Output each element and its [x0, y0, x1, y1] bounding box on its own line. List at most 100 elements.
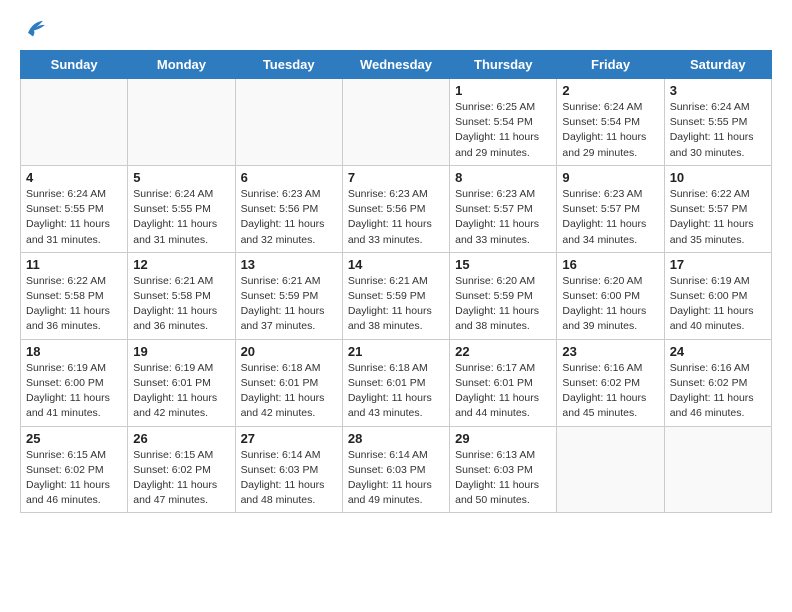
- day-info: Sunrise: 6:17 AMSunset: 6:01 PMDaylight:…: [455, 361, 551, 422]
- day-number: 7: [348, 170, 444, 185]
- day-number: 4: [26, 170, 122, 185]
- day-number: 10: [670, 170, 766, 185]
- calendar-cell: 4Sunrise: 6:24 AMSunset: 5:55 PMDaylight…: [21, 165, 128, 252]
- day-info: Sunrise: 6:21 AMSunset: 5:58 PMDaylight:…: [133, 274, 229, 335]
- calendar-cell: 25 Sunrise: 6:15 AMSunset: 6:02 PMDayligh…: [21, 426, 128, 513]
- day-number: 21: [348, 344, 444, 359]
- calendar-cell: 11 Sunrise: 6:22 AMSunset: 5:58 PMDayligh…: [21, 252, 128, 339]
- day-number: 6: [241, 170, 337, 185]
- day-number: 8: [455, 170, 551, 185]
- calendar-week-row: 11 Sunrise: 6:22 AMSunset: 5:58 PMDayligh…: [21, 252, 772, 339]
- day-info: Sunrise: 6:20 AMSunset: 6:00 PMDaylight:…: [562, 274, 658, 335]
- day-number: 27: [241, 431, 337, 446]
- calendar-cell: 13 Sunrise: 6:21 AMSunset: 5:59 PMDayligh…: [235, 252, 342, 339]
- calendar-cell: 6Sunrise: 6:23 AMSunset: 5:56 PMDaylight…: [235, 165, 342, 252]
- day-number: 17: [670, 257, 766, 272]
- day-info: Sunrise: 6:16 AMSunset: 6:02 PMDaylight:…: [670, 361, 766, 422]
- day-header-sunday: Sunday: [21, 51, 128, 79]
- calendar-cell: 10 Sunrise: 6:22 AMSunset: 5:57 PMDayligh…: [664, 165, 771, 252]
- day-number: 13: [241, 257, 337, 272]
- calendar-cell: 16 Sunrise: 6:20 AMSunset: 6:00 PMDayligh…: [557, 252, 664, 339]
- day-number: 28: [348, 431, 444, 446]
- day-info: Sunrise: 6:15 AMSunset: 6:02 PMDaylight:…: [26, 448, 122, 509]
- day-number: 12: [133, 257, 229, 272]
- day-number: 5: [133, 170, 229, 185]
- calendar-cell: 9 Sunrise: 6:23 AMSunset: 5:57 PMDaylight…: [557, 165, 664, 252]
- day-number: 9: [562, 170, 658, 185]
- day-number: 11: [26, 257, 122, 272]
- calendar-cell: 1 Sunrise: 6:25 AMSunset: 5:54 PMDaylight…: [450, 79, 557, 166]
- day-info: Sunrise: 6:18 AMSunset: 6:01 PMDaylight:…: [241, 361, 337, 422]
- day-info: Sunrise: 6:15 AMSunset: 6:02 PMDaylight:…: [133, 448, 229, 509]
- calendar-cell: 21 Sunrise: 6:18 AMSunset: 6:01 PMDayligh…: [342, 339, 449, 426]
- day-info: Sunrise: 6:23 AMSunset: 5:57 PMDaylight:…: [562, 187, 658, 248]
- day-number: 16: [562, 257, 658, 272]
- day-info: Sunrise: 6:24 AMSunset: 5:54 PMDaylight:…: [562, 100, 658, 161]
- calendar-cell: [128, 79, 235, 166]
- calendar-cell: [21, 79, 128, 166]
- day-info: Sunrise: 6:24 AMSunset: 5:55 PMDaylight:…: [670, 100, 766, 161]
- day-number: 3: [670, 83, 766, 98]
- day-info: Sunrise: 6:13 AMSunset: 6:03 PMDaylight:…: [455, 448, 551, 509]
- day-info: Sunrise: 6:22 AMSunset: 5:57 PMDaylight:…: [670, 187, 766, 248]
- day-number: 2: [562, 83, 658, 98]
- day-number: 14: [348, 257, 444, 272]
- day-info: Sunrise: 6:23 AMSunset: 5:56 PMDaylight:…: [348, 187, 444, 248]
- logo: [20, 16, 46, 40]
- calendar-week-row: 1 Sunrise: 6:25 AMSunset: 5:54 PMDaylight…: [21, 79, 772, 166]
- day-info: Sunrise: 6:25 AMSunset: 5:54 PMDaylight:…: [455, 100, 551, 161]
- day-number: 19: [133, 344, 229, 359]
- calendar-cell: 12 Sunrise: 6:21 AMSunset: 5:58 PMDayligh…: [128, 252, 235, 339]
- day-info: Sunrise: 6:20 AMSunset: 5:59 PMDaylight:…: [455, 274, 551, 335]
- day-info: Sunrise: 6:21 AMSunset: 5:59 PMDaylight:…: [241, 274, 337, 335]
- calendar-cell: 27 Sunrise: 6:14 AMSunset: 6:03 PMDayligh…: [235, 426, 342, 513]
- calendar-cell: 18Sunrise: 6:19 AMSunset: 6:00 PMDayligh…: [21, 339, 128, 426]
- day-number: 22: [455, 344, 551, 359]
- day-header-wednesday: Wednesday: [342, 51, 449, 79]
- calendar-cell: 19 Sunrise: 6:19 AMSunset: 6:01 PMDayligh…: [128, 339, 235, 426]
- calendar-cell: 23Sunrise: 6:16 AMSunset: 6:02 PMDayligh…: [557, 339, 664, 426]
- day-info: Sunrise: 6:22 AMSunset: 5:58 PMDaylight:…: [26, 274, 122, 335]
- day-header-tuesday: Tuesday: [235, 51, 342, 79]
- page-header: [20, 16, 772, 40]
- day-header-friday: Friday: [557, 51, 664, 79]
- calendar-cell: [664, 426, 771, 513]
- calendar-cell: 28 Sunrise: 6:14 AMSunset: 6:03 PMDayligh…: [342, 426, 449, 513]
- calendar-cell: [557, 426, 664, 513]
- day-header-saturday: Saturday: [664, 51, 771, 79]
- calendar-cell: 26Sunrise: 6:15 AMSunset: 6:02 PMDayligh…: [128, 426, 235, 513]
- day-info: Sunrise: 6:24 AMSunset: 5:55 PMDaylight:…: [133, 187, 229, 248]
- calendar-cell: 7 Sunrise: 6:23 AMSunset: 5:56 PMDaylight…: [342, 165, 449, 252]
- day-number: 29: [455, 431, 551, 446]
- day-info: Sunrise: 6:16 AMSunset: 6:02 PMDaylight:…: [562, 361, 658, 422]
- calendar-cell: [342, 79, 449, 166]
- day-number: 25: [26, 431, 122, 446]
- day-info: Sunrise: 6:14 AMSunset: 6:03 PMDaylight:…: [348, 448, 444, 509]
- calendar-cell: 17Sunrise: 6:19 AMSunset: 6:00 PMDayligh…: [664, 252, 771, 339]
- day-header-monday: Monday: [128, 51, 235, 79]
- day-info: Sunrise: 6:19 AMSunset: 6:00 PMDaylight:…: [26, 361, 122, 422]
- calendar-cell: 3 Sunrise: 6:24 AMSunset: 5:55 PMDaylight…: [664, 79, 771, 166]
- calendar-cell: 22 Sunrise: 6:17 AMSunset: 6:01 PMDayligh…: [450, 339, 557, 426]
- calendar-cell: 14Sunrise: 6:21 AMSunset: 5:59 PMDayligh…: [342, 252, 449, 339]
- calendar-cell: 24 Sunrise: 6:16 AMSunset: 6:02 PMDayligh…: [664, 339, 771, 426]
- day-number: 20: [241, 344, 337, 359]
- calendar-cell: [235, 79, 342, 166]
- calendar-week-row: 18Sunrise: 6:19 AMSunset: 6:00 PMDayligh…: [21, 339, 772, 426]
- calendar-cell: 5 Sunrise: 6:24 AMSunset: 5:55 PMDaylight…: [128, 165, 235, 252]
- calendar-header-row: SundayMondayTuesdayWednesdayThursdayFrid…: [21, 51, 772, 79]
- day-number: 1: [455, 83, 551, 98]
- day-header-thursday: Thursday: [450, 51, 557, 79]
- day-number: 24: [670, 344, 766, 359]
- calendar-week-row: 25 Sunrise: 6:15 AMSunset: 6:02 PMDayligh…: [21, 426, 772, 513]
- day-number: 15: [455, 257, 551, 272]
- calendar-cell: 2 Sunrise: 6:24 AMSunset: 5:54 PMDaylight…: [557, 79, 664, 166]
- calendar-cell: 15 Sunrise: 6:20 AMSunset: 5:59 PMDayligh…: [450, 252, 557, 339]
- day-info: Sunrise: 6:14 AMSunset: 6:03 PMDaylight:…: [241, 448, 337, 509]
- day-info: Sunrise: 6:19 AMSunset: 6:01 PMDaylight:…: [133, 361, 229, 422]
- day-info: Sunrise: 6:18 AMSunset: 6:01 PMDaylight:…: [348, 361, 444, 422]
- calendar-cell: 20 Sunrise: 6:18 AMSunset: 6:01 PMDayligh…: [235, 339, 342, 426]
- calendar-table: SundayMondayTuesdayWednesdayThursdayFrid…: [20, 50, 772, 513]
- logo-bird-icon: [22, 16, 46, 40]
- calendar-cell: 8Sunrise: 6:23 AMSunset: 5:57 PMDaylight…: [450, 165, 557, 252]
